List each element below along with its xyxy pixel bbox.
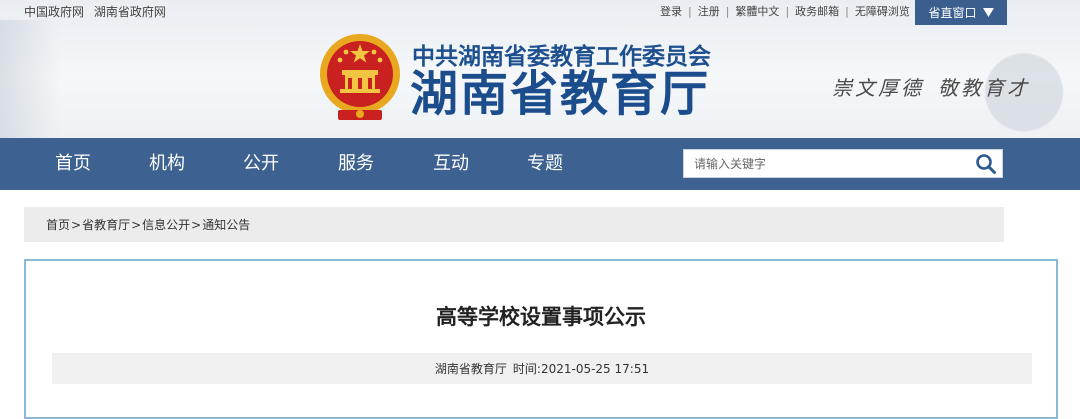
article-source: 湖南省教育厅 bbox=[434, 362, 507, 376]
top-left-links: 中国政府网 湖南省政府网 bbox=[24, 3, 172, 20]
login-link[interactable]: 登录 bbox=[660, 3, 682, 19]
search-box bbox=[683, 149, 1003, 178]
nav-item-topics[interactable]: 专题 bbox=[527, 138, 563, 190]
link-gov-cn[interactable]: 中国政府网 bbox=[24, 5, 84, 19]
national-emblem-icon bbox=[320, 34, 400, 120]
separator: | bbox=[725, 4, 730, 18]
site-header: 中国政府网 湖南省政府网 登录 | 注册 | 繁體中文 | 政务邮箱 | 无障碍… bbox=[0, 0, 1080, 138]
dept-window-button[interactable]: 省直窗口 bbox=[915, 0, 1007, 25]
separator: | bbox=[785, 4, 790, 18]
breadcrumb-info-public[interactable]: 信息公开 bbox=[142, 216, 190, 233]
slogan-left: 崇文厚德 bbox=[832, 76, 924, 100]
separator: | bbox=[688, 4, 692, 18]
article-title: 高等学校设置事项公示 bbox=[436, 305, 646, 329]
search-icon[interactable] bbox=[974, 152, 998, 176]
slogan-right: 敬教育才 bbox=[938, 76, 1030, 100]
article-panel: 高等学校设置事项公示 湖南省教育厅 时间: 2021-05-25 17:51 bbox=[24, 259, 1058, 419]
separator: | bbox=[845, 4, 849, 18]
breadcrumb: 首页 > 省教育厅 > 信息公开 > 通知公告 bbox=[24, 207, 1004, 242]
site-title: 湖南省教育厅 bbox=[410, 66, 711, 122]
breadcrumb-dept[interactable]: 省教育厅 bbox=[82, 216, 130, 233]
breadcrumb-home[interactable]: 首页 bbox=[46, 216, 70, 233]
gov-email-link[interactable]: 政务邮箱 bbox=[795, 3, 839, 19]
link-hunan-gov[interactable]: 湖南省政府网 bbox=[94, 5, 166, 19]
article-time-label: 时间: bbox=[512, 362, 541, 376]
accessibility-link[interactable]: 无障碍浏览 bbox=[855, 3, 910, 19]
article-meta: 湖南省教育厅 时间: 2021-05-25 17:51 bbox=[52, 353, 1032, 384]
register-link[interactable]: 注册 bbox=[698, 3, 720, 19]
dept-window-label: 省直窗口 bbox=[928, 6, 977, 20]
triangle-down-icon bbox=[982, 8, 994, 17]
nav-item-interaction[interactable]: 互动 bbox=[433, 138, 469, 190]
main-nav: 首页 机构 公开 服务 互动 专题 bbox=[0, 138, 1080, 190]
article-time: 2021-05-25 17:51 bbox=[540, 361, 650, 376]
top-right-links: 登录 | 注册 | 繁體中文 | 政务邮箱 | 无障碍浏览 bbox=[660, 3, 910, 19]
search-input[interactable] bbox=[684, 150, 964, 177]
breadcrumb-notices[interactable]: 通知公告 bbox=[202, 216, 250, 233]
nav-item-services[interactable]: 服务 bbox=[338, 138, 374, 190]
traditional-chinese-link[interactable]: 繁體中文 bbox=[735, 3, 779, 19]
nav-item-home[interactable]: 首页 bbox=[55, 138, 91, 190]
site-slogan: 崇文厚德 敬教育才 bbox=[832, 72, 1030, 101]
header-decoration-left bbox=[0, 20, 60, 138]
nav-item-organization[interactable]: 机构 bbox=[149, 138, 185, 190]
nav-item-public[interactable]: 公开 bbox=[243, 138, 279, 190]
